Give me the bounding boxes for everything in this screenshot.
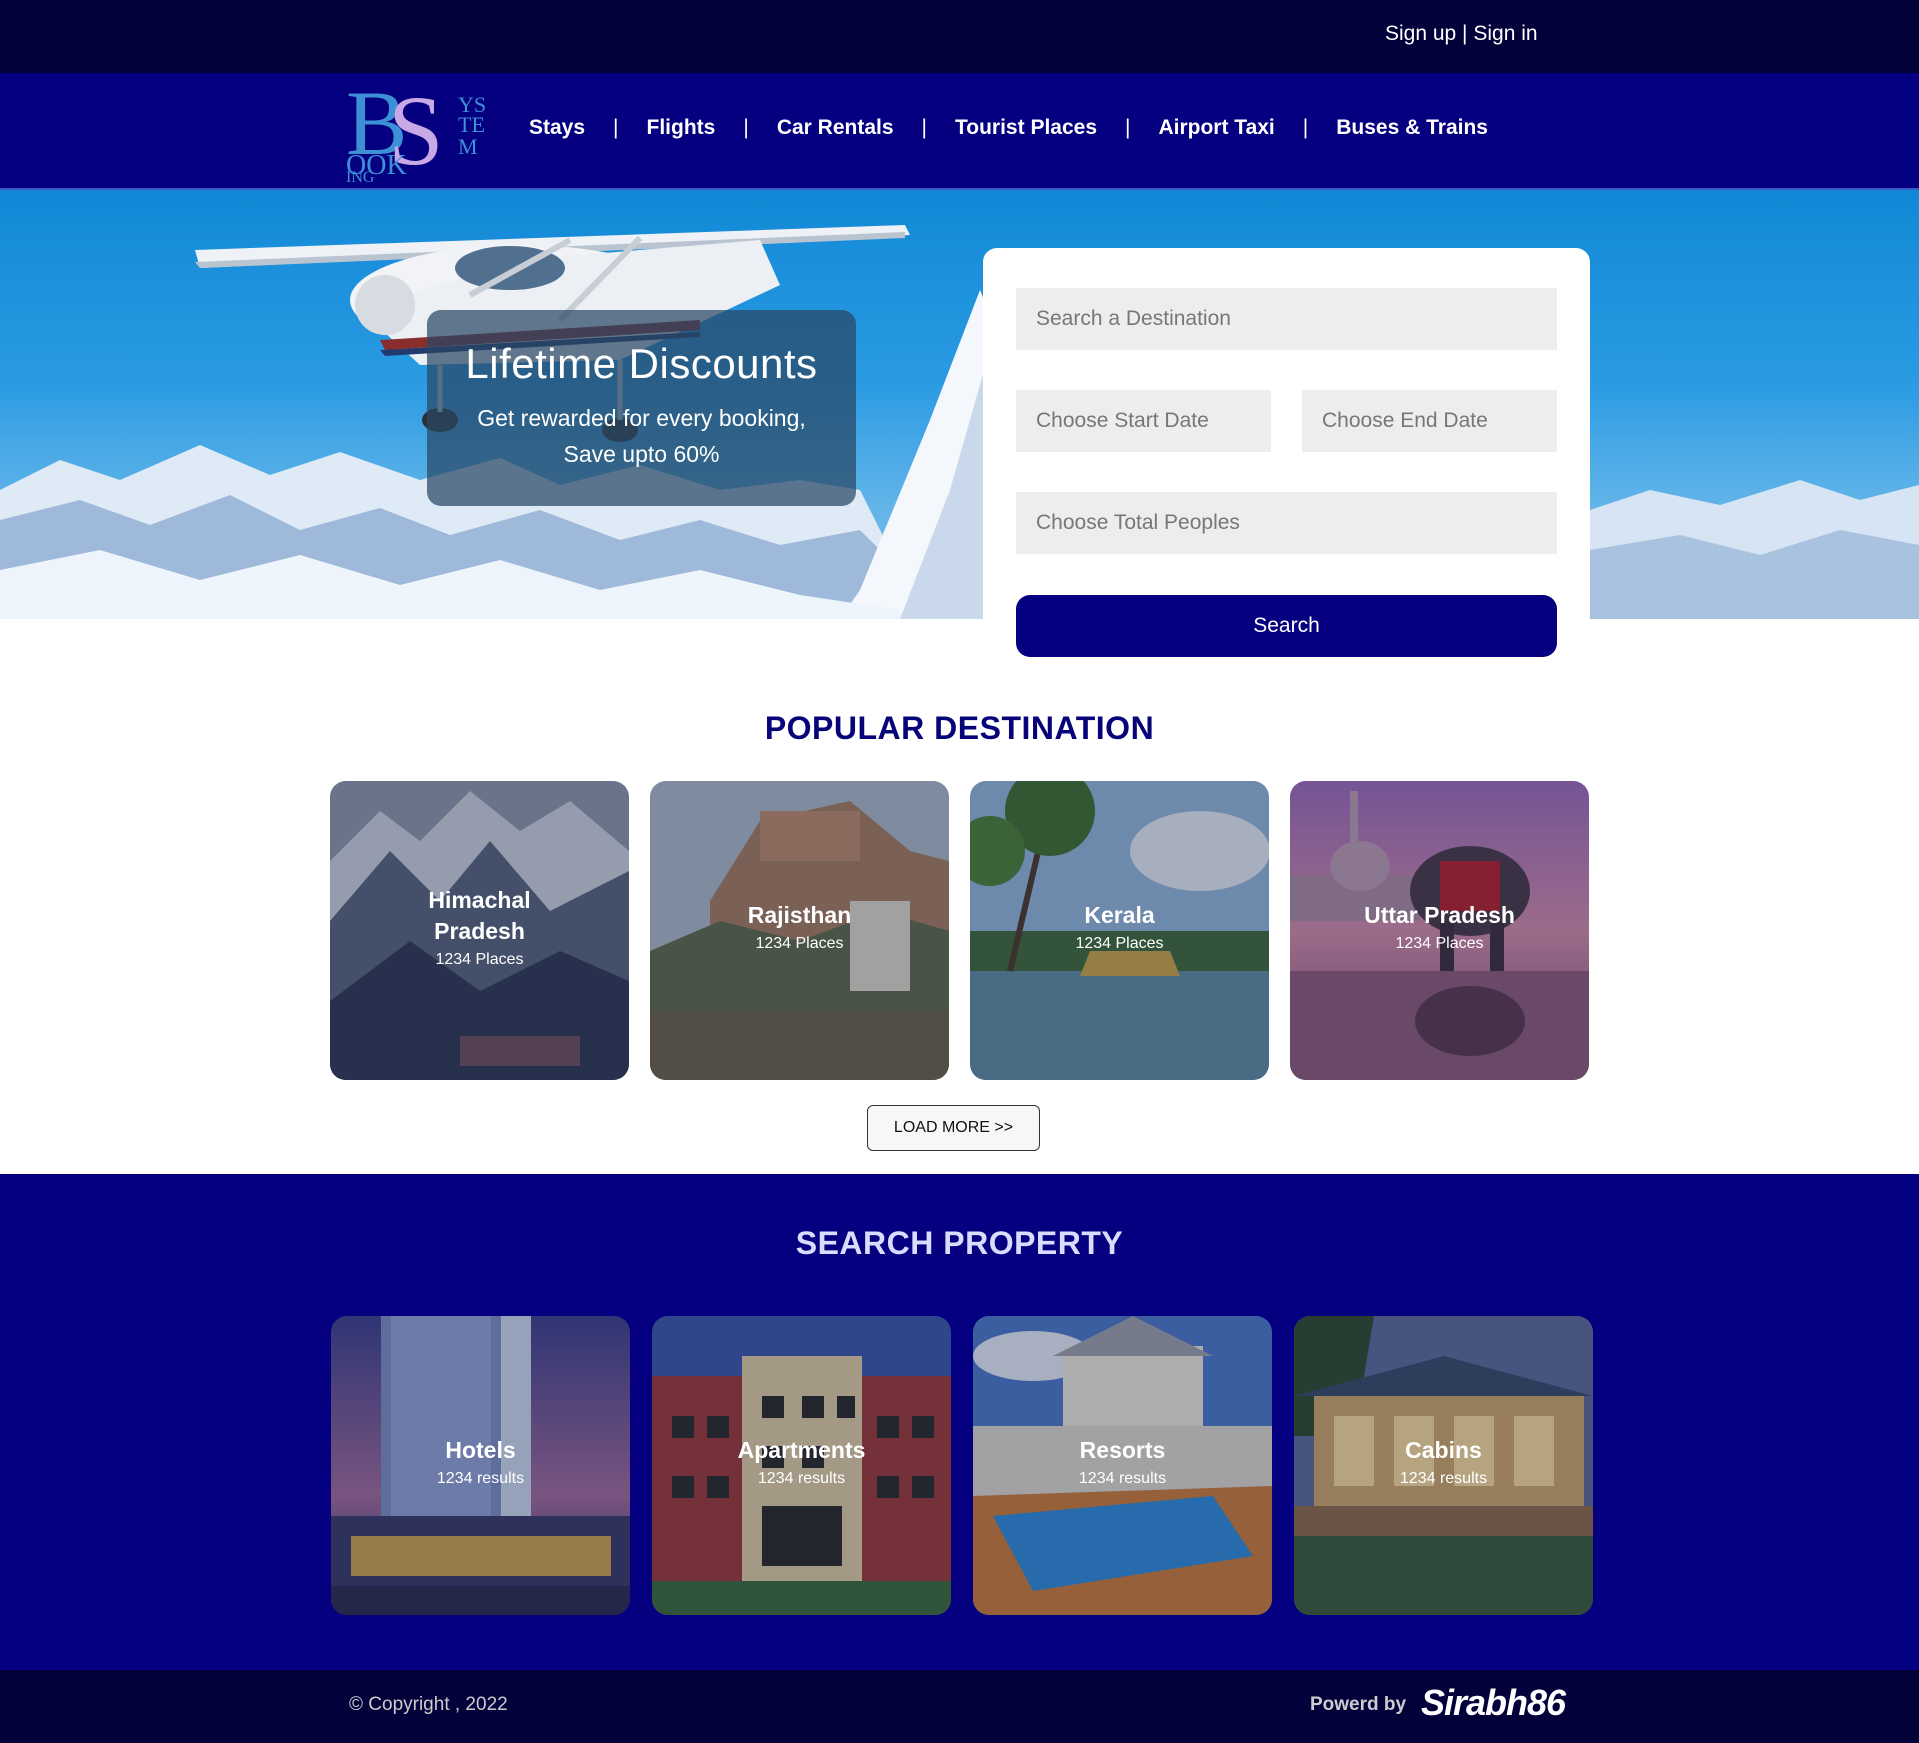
property-label: Cabins 1234 results bbox=[1294, 1435, 1593, 1488]
end-date-input[interactable]: Choose End Date bbox=[1302, 390, 1557, 452]
people-count-input[interactable]: Choose Total Peoples bbox=[1016, 492, 1557, 554]
nav-item-tourist-places[interactable]: Tourist Places bbox=[955, 116, 1097, 140]
logo-ing: ING bbox=[346, 169, 375, 184]
property-count: 1234 results bbox=[1078, 1470, 1167, 1487]
nav-separator: | bbox=[1302, 116, 1309, 139]
destination-card-kerala[interactable]: Kerala 1234 Places bbox=[970, 781, 1269, 1080]
copyright-text: © Copyright , 2022 bbox=[349, 1694, 508, 1715]
hero-background-image bbox=[0, 225, 1919, 619]
destination-label: Uttar Pradesh 1234 Places bbox=[1290, 900, 1589, 953]
property-label: Resorts 1234 results bbox=[973, 1435, 1272, 1488]
powered-by-label: Powerd by bbox=[1310, 1694, 1407, 1715]
logo-ystem-3: M bbox=[458, 134, 478, 159]
property-card-hotels[interactable]: Hotels 1234 results bbox=[331, 1316, 630, 1615]
search-form: Search a Destination Choose Start Date C… bbox=[983, 248, 1590, 668]
property-name: Apartments bbox=[737, 1437, 866, 1463]
destination-label: Kerala 1234 Places bbox=[970, 900, 1269, 953]
site-logo[interactable]: B S OOK ING YS TE M bbox=[346, 76, 492, 184]
load-more-button[interactable]: LOAD MORE >> bbox=[867, 1105, 1040, 1151]
destination-card-uttar-pradesh[interactable]: Uttar Pradesh 1234 Places bbox=[1290, 781, 1589, 1080]
destination-card-himachal[interactable]: Himachal Pradesh 1234 Places bbox=[330, 781, 629, 1080]
main-nav: Stays | Flights | Car Rentals | Tourist … bbox=[529, 116, 1488, 140]
destination-label: Rajisthan 1234 Places bbox=[650, 900, 949, 953]
destination-count: 1234 Places bbox=[1395, 935, 1484, 952]
nav-item-car-rentals[interactable]: Car Rentals bbox=[777, 116, 894, 140]
destination-count: 1234 Places bbox=[435, 951, 524, 968]
nav-separator: | bbox=[921, 116, 927, 139]
powered-by-logo[interactable]: Sirabh86 bbox=[1421, 1682, 1566, 1724]
destination-card-rajisthan[interactable]: Rajisthan 1234 Places bbox=[650, 781, 949, 1080]
nav-separator: | bbox=[613, 116, 619, 139]
destination-label: Himachal Pradesh 1234 Places bbox=[330, 885, 629, 969]
promo-title: Lifetime Discounts bbox=[465, 340, 818, 387]
property-label: Hotels 1234 results bbox=[331, 1435, 630, 1488]
property-count: 1234 results bbox=[757, 1470, 846, 1487]
top-bar: Sign up | Sign in bbox=[0, 0, 1919, 73]
property-name: Cabins bbox=[1405, 1437, 1482, 1463]
property-card-resorts[interactable]: Resorts 1234 results bbox=[973, 1316, 1272, 1615]
nav-separator: | bbox=[1125, 116, 1131, 139]
nav-separator: | bbox=[743, 116, 749, 139]
search-button[interactable]: Search bbox=[1016, 595, 1557, 657]
popular-destination-title: POPULAR DESTINATION bbox=[764, 710, 1155, 746]
destination-name: Uttar Pradesh bbox=[1364, 902, 1515, 928]
nav-item-flights[interactable]: Flights bbox=[647, 116, 716, 140]
destination-input[interactable]: Search a Destination bbox=[1016, 288, 1557, 350]
promo-banner: Lifetime Discounts Get rewarded for ever… bbox=[427, 310, 856, 506]
promo-line-2: Save upto 60% bbox=[563, 441, 720, 467]
footer: © Copyright , 2022 Powerd by Sirabh86 bbox=[0, 1670, 1919, 1743]
nav-item-airport-taxi[interactable]: Airport Taxi bbox=[1158, 116, 1274, 140]
destination-name: Himachal Pradesh bbox=[428, 887, 531, 944]
destination-name: Kerala bbox=[1084, 902, 1155, 928]
search-property-title: SEARCH PROPERTY bbox=[795, 1225, 1124, 1261]
property-count: 1234 results bbox=[436, 1470, 525, 1487]
property-name: Hotels bbox=[445, 1437, 516, 1463]
promo-line-1: Get rewarded for every booking, bbox=[477, 405, 806, 431]
destination-name: Rajisthan bbox=[747, 902, 852, 928]
auth-links[interactable]: Sign up | Sign in bbox=[1385, 22, 1538, 46]
property-card-cabins[interactable]: Cabins 1234 results bbox=[1294, 1316, 1593, 1615]
nav-item-buses-trains[interactable]: Buses & Trains bbox=[1336, 116, 1488, 140]
property-label: Apartments 1234 results bbox=[652, 1435, 951, 1488]
destination-count: 1234 Places bbox=[1075, 935, 1164, 952]
property-count: 1234 results bbox=[1399, 1470, 1488, 1487]
auth-link-text[interactable]: Sign up | Sign in bbox=[1385, 22, 1538, 45]
property-name: Resorts bbox=[1079, 1437, 1166, 1463]
hero-banner bbox=[0, 190, 1919, 619]
destination-count: 1234 Places bbox=[755, 935, 844, 952]
start-date-input[interactable]: Choose Start Date bbox=[1016, 390, 1271, 452]
nav-item-stays[interactable]: Stays bbox=[529, 116, 585, 140]
property-card-apartments[interactable]: Apartments 1234 results bbox=[652, 1316, 951, 1615]
